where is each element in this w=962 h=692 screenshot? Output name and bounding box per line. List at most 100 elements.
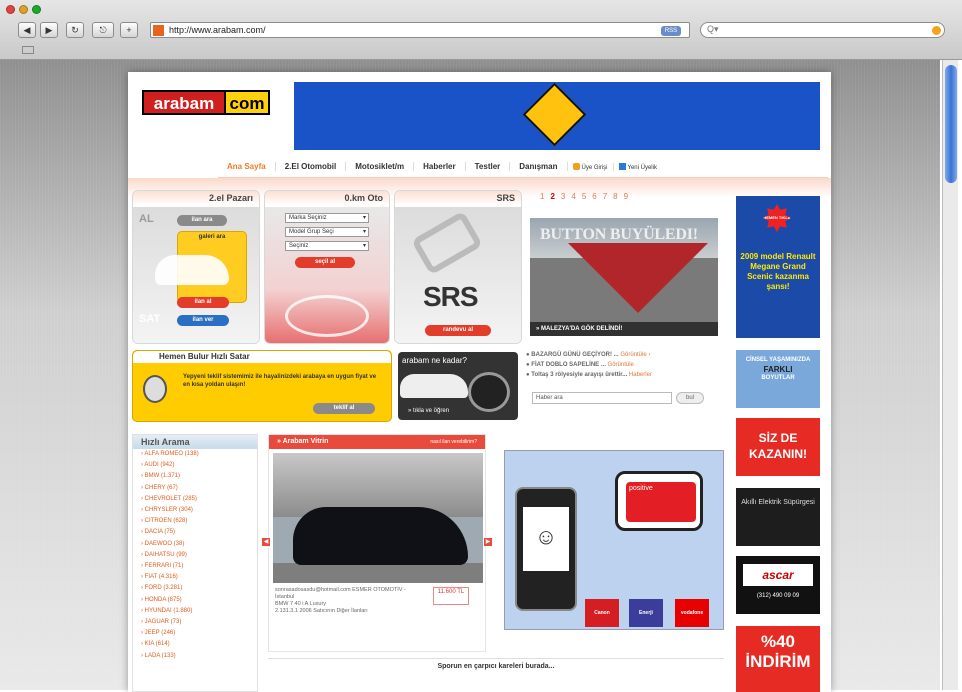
- rss-icon[interactable]: RSS: [661, 26, 681, 36]
- speedometer-icon: [285, 295, 369, 337]
- brand-link[interactable]: › JAGUAR (73): [133, 617, 257, 628]
- slider-page-5[interactable]: 5: [582, 192, 586, 201]
- slider-page-2[interactable]: 2: [550, 192, 554, 201]
- brand-link[interactable]: › BMW (1.371): [133, 471, 257, 482]
- brand-link[interactable]: › FORD (3.281): [133, 583, 257, 594]
- brand-link[interactable]: › FIAT (4.316): [133, 572, 257, 583]
- canon-logo: Canon: [585, 599, 619, 627]
- side-ad-ascar[interactable]: ascar (312) 490 09 09: [736, 556, 820, 614]
- address-bar[interactable]: http://www.arabam.com/ RSS: [150, 22, 690, 38]
- window-controls: [6, 5, 41, 14]
- back-button[interactable]: ◀: [18, 22, 36, 38]
- showcase-how-link[interactable]: nasıl ilan verebilirim?: [430, 435, 477, 449]
- news-item[interactable]: ● BAZARGÜ GÜNÜ GEÇİYOR! ... Görüntüle ›: [526, 350, 726, 360]
- side-ad-indirim[interactable]: %40 İNDİRİM: [736, 626, 820, 692]
- news-item[interactable]: ● Toltaş 3 rölyesiyle arayışı ürettir...…: [526, 370, 726, 380]
- news-item-text: BAZARGÜ GÜNÜ GEÇİYOR! ...: [531, 352, 619, 358]
- showcase-title: » Arabam Vitrin nasıl ilan verebilirim?: [269, 435, 485, 449]
- brand-link[interactable]: › CHERY (67): [133, 483, 257, 494]
- side-ad-boyutlar[interactable]: CİNSEL YAŞAMINIZDA FARKLI BOYUTLAR: [736, 350, 820, 408]
- nav-item-home[interactable]: Ana Sayfa: [218, 162, 276, 171]
- add-bookmark-icon[interactable]: +: [120, 22, 138, 38]
- brand-link[interactable]: › ALFA ROMEO (138): [133, 449, 257, 460]
- register-link[interactable]: Yeni Üyelik: [614, 162, 662, 171]
- bookmarks-icon[interactable]: [22, 46, 34, 54]
- model-select[interactable]: Model Grup Seçi: [285, 227, 369, 237]
- car-value-title: arabam ne kadar?: [402, 356, 467, 365]
- car-value-link[interactable]: » tıkla ve öğren: [408, 408, 449, 414]
- nav-item-news[interactable]: Haberler: [414, 162, 466, 171]
- close-window-button[interactable]: [6, 5, 15, 14]
- brand-link[interactable]: › HONDA (875): [133, 595, 257, 606]
- select-button[interactable]: seçil al: [295, 257, 355, 268]
- reload-icon[interactable]: ↻: [66, 22, 84, 38]
- nav-item-used-cars[interactable]: 2.El Otomobil: [276, 162, 347, 171]
- site-logo[interactable]: arabam com: [142, 90, 270, 115]
- browser-search-field[interactable]: Q▾: [700, 22, 945, 38]
- mobile-phone-illustration: ☺: [515, 487, 577, 611]
- news-item-link[interactable]: Görüntüle: [608, 362, 634, 368]
- get-listing-button[interactable]: ilan al: [177, 297, 229, 308]
- news-item[interactable]: ● FİAT DOBLO SAPELİNE ... Görüntüle: [526, 360, 726, 370]
- scrollbar-thumb[interactable]: [945, 65, 957, 183]
- brand-link[interactable]: › JEEP (246): [133, 628, 257, 639]
- side-ad-supurge[interactable]: Akıllı Elektrik Süpürgesi: [736, 488, 820, 546]
- forward-button[interactable]: ▶: [40, 22, 58, 38]
- appointment-button[interactable]: randevu al: [425, 325, 491, 336]
- slider-page-3[interactable]: 3: [561, 192, 565, 201]
- slider-page-7[interactable]: 7: [603, 192, 607, 201]
- slider-page-8[interactable]: 8: [613, 192, 617, 201]
- search-go-icon[interactable]: [932, 26, 941, 35]
- slider-page-6[interactable]: 6: [592, 192, 596, 201]
- srs-title: SRS: [395, 191, 521, 205]
- snapback-icon[interactable]: ⎋: [92, 22, 114, 38]
- site-page: arabam com Ana Sayfa 2.El Otomobil Motos…: [128, 72, 831, 692]
- nav-item-motorcycles[interactable]: Motosiklet/m: [346, 162, 415, 171]
- brand-link[interactable]: › KIA (614): [133, 639, 257, 650]
- brand-link[interactable]: › LADA (133): [133, 651, 257, 662]
- vertical-scrollbar[interactable]: [942, 60, 958, 690]
- brand-link[interactable]: › CHEVROLET (285): [133, 494, 257, 505]
- showcase-next-arrow-icon[interactable]: ▶: [484, 538, 492, 546]
- post-listing-button[interactable]: ilan ver: [177, 315, 229, 326]
- showcase-car-photo[interactable]: [273, 453, 483, 583]
- nav-item-tests[interactable]: Testler: [466, 162, 511, 171]
- brand-link[interactable]: › DAIHATSU (99): [133, 550, 257, 561]
- news-search-input[interactable]: Haber ara: [532, 392, 672, 404]
- login-link[interactable]: Üye Girişi: [568, 162, 614, 171]
- slider-page-4[interactable]: 4: [571, 192, 575, 201]
- gauge-icon: [468, 372, 510, 412]
- get-offer-button[interactable]: teklif al: [313, 403, 375, 414]
- slider-page-9[interactable]: 9: [624, 192, 628, 201]
- news-search-button[interactable]: bul: [676, 392, 704, 404]
- slider-page-1[interactable]: 1: [540, 192, 544, 201]
- zoom-window-button[interactable]: [32, 5, 41, 14]
- brand-select[interactable]: Marka Seçiniz: [285, 213, 369, 223]
- slider-caption[interactable]: » MALEZYA'DA GÖK DELİNDİ!: [530, 322, 718, 336]
- slider-title: BUTTON BUYÜLEDI!: [540, 226, 698, 243]
- car-value-widget[interactable]: arabam ne kadar? » tıkla ve öğren: [398, 352, 518, 420]
- search-listing-button[interactable]: ilan ara: [177, 215, 227, 226]
- showcase-seller[interactable]: sonrasadosasdu@hotmail.com ESMER OTOMOTİ…: [275, 587, 425, 601]
- brand-link[interactable]: › CHRYSLER (304): [133, 505, 257, 516]
- news-item-text: FİAT DOBLO SAPELİNE ...: [531, 362, 606, 368]
- minimize-window-button[interactable]: [19, 5, 28, 14]
- sport-headline[interactable]: Sporun en çarpıcı kareleri burada...: [268, 658, 724, 674]
- news-item-link[interactable]: Haberler: [629, 372, 652, 378]
- news-item-link[interactable]: Görüntüle ›: [620, 352, 650, 358]
- showcase-model: BMW 7 40 i A Luxury: [275, 601, 327, 607]
- nav-item-advisor[interactable]: Danışman: [510, 162, 568, 171]
- brand-link[interactable]: › CITROEN (628): [133, 516, 257, 527]
- brand-link[interactable]: › FERRARI (71): [133, 561, 257, 572]
- showcase-prev-arrow-icon[interactable]: ◀: [262, 538, 270, 546]
- top-banner-ad[interactable]: [294, 82, 820, 150]
- brand-link[interactable]: › DACIA (75): [133, 527, 257, 538]
- brand-link[interactable]: › AUDI (942): [133, 460, 257, 471]
- side-ad-kazanin[interactable]: SİZ DE KAZANIN!: [736, 418, 820, 476]
- positive-card-ad[interactable]: ☺ positive Canon Enerji vodafone: [504, 450, 724, 630]
- side-ad-renault[interactable]: HEMEN TIKLA 2009 model Renault Megane Gr…: [736, 196, 820, 338]
- brand-link[interactable]: › HYUNDAI (1.880): [133, 606, 257, 617]
- brand-link[interactable]: › DAEWOO (38): [133, 539, 257, 550]
- news-slider[interactable]: BUTTON BUYÜLEDI! » MALEZYA'DA GÖK DELİND…: [530, 218, 718, 336]
- option-select[interactable]: Seçiniz: [285, 241, 369, 251]
